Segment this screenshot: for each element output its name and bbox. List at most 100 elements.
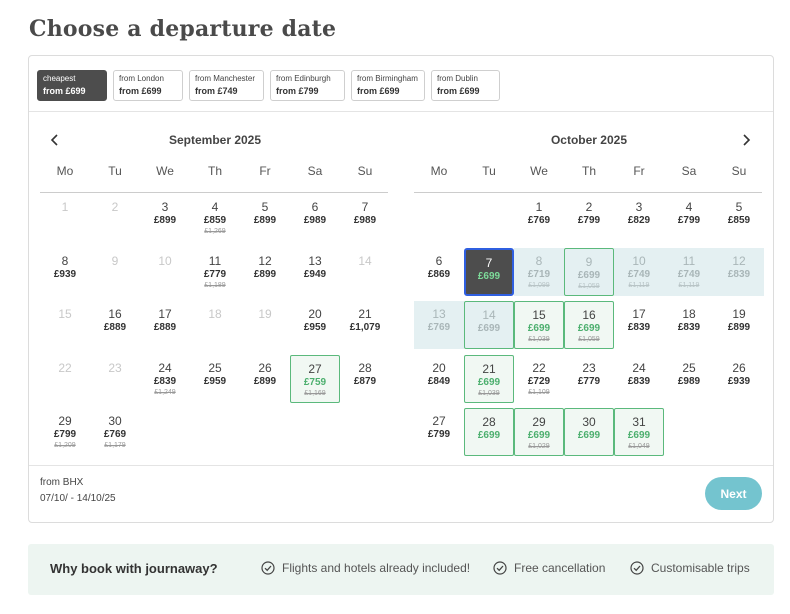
day-cell[interactable]: 21 £699 £1,039: [464, 354, 514, 403]
day-cell[interactable]: 3 £899: [140, 194, 190, 242]
day-price: £849: [427, 375, 451, 387]
day-number: 24: [158, 360, 172, 375]
day-number: 14: [482, 308, 496, 322]
day-price: £959: [203, 375, 227, 387]
day-number: 26: [258, 360, 272, 375]
day-cell[interactable]: 28 £879: [340, 355, 390, 403]
tab-dublin[interactable]: from Dublin from £699: [431, 70, 500, 101]
weekday-label: Su: [731, 164, 747, 178]
day-cell[interactable]: 25 £989: [664, 355, 714, 403]
tab-cheapest[interactable]: cheapest from £699: [37, 70, 107, 101]
feature-item: Free cancellation: [493, 561, 605, 575]
day-number: 29: [532, 415, 546, 429]
day-cell[interactable]: 13 £769: [414, 301, 464, 349]
day-price: £899: [253, 215, 277, 226]
day-cell[interactable]: 29 £799 £1,209: [40, 408, 90, 456]
day-cell[interactable]: 20 £849: [414, 355, 464, 403]
day-cell[interactable]: 23 £779: [564, 355, 614, 403]
weekday-label: Mo: [56, 164, 74, 178]
day-cell[interactable]: 10 £749 £1,119: [614, 247, 664, 296]
day-cell[interactable]: 4 £859 £1,269: [190, 194, 240, 242]
day-cell[interactable]: 25 £959: [190, 355, 240, 403]
day-cell[interactable]: 15 £699 £1,039: [514, 301, 564, 349]
day-cell[interactable]: 26 £939: [714, 355, 764, 403]
day-cell[interactable]: 22 £729 £1,109: [514, 355, 564, 403]
weekday-header: Mo Tu We Th Fr Sa Su: [40, 164, 390, 178]
day-cell[interactable]: 27 £759 £1,169: [290, 354, 340, 403]
day-cell[interactable]: 24 £839 £1,249: [140, 355, 190, 403]
day-cell[interactable]: 4 £799: [664, 194, 714, 242]
day-cell[interactable]: 31 £699 £1,049: [614, 408, 664, 456]
page-title: Choose a departure date: [29, 16, 337, 42]
day-cell[interactable]: 12 £839: [714, 247, 764, 296]
day-number: 6: [435, 253, 443, 268]
month-title: October 2025: [550, 133, 628, 147]
original-price: £1,209: [54, 442, 76, 449]
day-cell[interactable]: 11 £779 £1,189: [190, 248, 240, 296]
day-cell[interactable]: 11 £749 £1,119: [664, 247, 714, 296]
tab-manchester[interactable]: from Manchester from £749: [189, 70, 264, 101]
day-cell[interactable]: 13 £949: [290, 248, 340, 296]
day-cell[interactable]: 6 £869: [414, 248, 464, 296]
day-number: 22: [58, 360, 72, 375]
original-price: £1,109: [528, 388, 550, 396]
tab-london[interactable]: from London from £699: [113, 70, 183, 101]
day-price: £859: [203, 215, 227, 226]
day-cell[interactable]: 19 £899: [714, 301, 764, 349]
day-cell[interactable]: 26 £899: [240, 355, 290, 403]
divider: [40, 192, 388, 193]
day-price: £899: [253, 268, 277, 280]
feature-item: Flights and hotels already included!: [261, 561, 470, 575]
weekday-label: Mo: [430, 164, 448, 178]
day-cell[interactable]: 17 £839: [614, 301, 664, 349]
day-cell[interactable]: 18 £839: [664, 301, 714, 349]
tab-edinburgh[interactable]: from Edinburgh from £799: [270, 70, 345, 101]
day-cell[interactable]: 9 £699 £1,059: [564, 247, 614, 296]
day-cell[interactable]: 1 £769: [514, 194, 564, 242]
original-price: £1,189: [204, 281, 226, 289]
day-price: £949: [303, 268, 327, 280]
day-cell[interactable]: 24 £839: [614, 355, 664, 403]
day-cell[interactable]: 7 £989: [340, 194, 390, 242]
day-cell[interactable]: 30 £699: [564, 408, 614, 456]
day-number: 1: [61, 200, 69, 214]
day-cell[interactable]: 5 £899: [240, 194, 290, 242]
day-number: 23: [108, 360, 122, 375]
day-cell[interactable]: 14 £699: [464, 301, 514, 349]
day-cell[interactable]: 7 £699: [464, 247, 514, 296]
day-cell[interactable]: 8 £719 £1,099: [514, 247, 564, 296]
day-cell: 19: [240, 301, 290, 349]
day-price: £699: [527, 430, 551, 441]
day-price: £699: [527, 323, 551, 334]
day-price: £799: [677, 215, 701, 226]
tab-birmingham[interactable]: from Birmingham from £699: [351, 70, 425, 101]
next-button[interactable]: Next: [705, 477, 762, 510]
day-number: 8: [61, 253, 69, 268]
day-cell[interactable]: 12 £899: [240, 248, 290, 296]
day-cell[interactable]: 27 £799: [414, 408, 464, 456]
day-price: £989: [303, 215, 327, 226]
day-cell[interactable]: 21 £1,079: [340, 301, 390, 349]
day-cell[interactable]: 2 £799: [564, 194, 614, 242]
original-price: £1,059: [578, 282, 600, 290]
day-number: 28: [358, 360, 372, 375]
day-cell[interactable]: 8 £939: [40, 248, 90, 296]
day-price: £839: [627, 375, 651, 387]
day-price: £879: [353, 375, 377, 387]
departure-airport: from BHX: [40, 477, 84, 488]
day-cell[interactable]: 28 £699: [464, 408, 514, 456]
day-cell[interactable]: 20 £959: [290, 301, 340, 349]
day-cell[interactable]: 5 £859: [714, 194, 764, 242]
day-price: £699: [577, 323, 601, 334]
day-cell[interactable]: 29 £699 £1,029: [514, 408, 564, 456]
day-number: 27: [308, 361, 322, 376]
day-cell[interactable]: 30 £769 £1,179: [90, 408, 140, 456]
weekday-label: Th: [207, 164, 222, 178]
day-cell[interactable]: 16 £889: [90, 301, 140, 349]
day-cell[interactable]: 16 £699 £1,059: [564, 301, 614, 349]
day-cell[interactable]: 6 £989: [290, 194, 340, 242]
day-cell[interactable]: 17 £889: [140, 301, 190, 349]
day-cell: 2: [90, 194, 140, 242]
day-number: 19: [732, 307, 746, 321]
day-cell[interactable]: 3 £829: [614, 194, 664, 242]
